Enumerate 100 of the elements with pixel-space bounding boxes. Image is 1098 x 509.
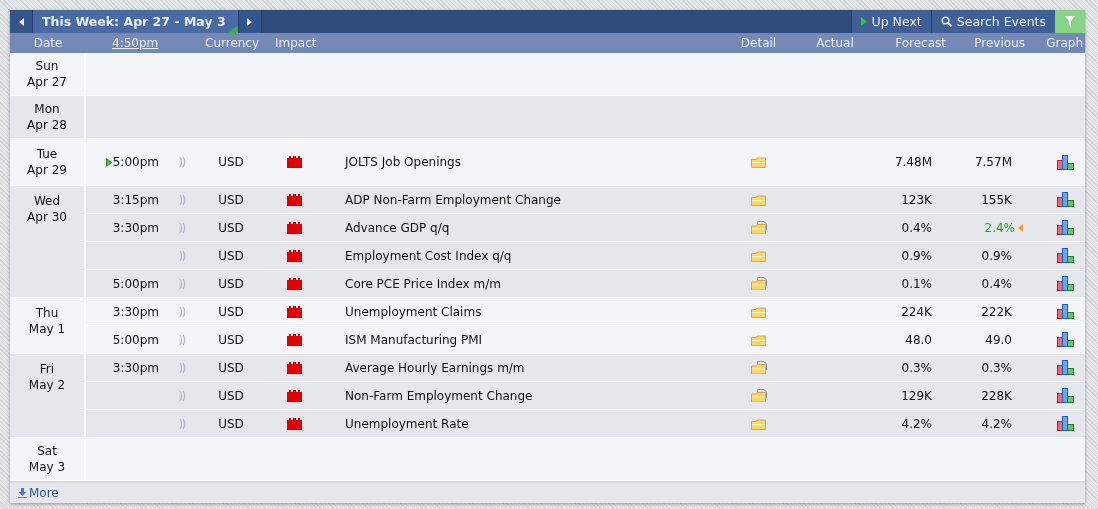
date-label: Apr 27 [26,74,68,90]
column-header: Graph [1045,36,1084,50]
sound-icon [178,417,187,430]
currency-label: USD [218,220,244,235]
currency-label: USD [218,276,244,291]
previous-value: 0.9% [981,248,1013,263]
column-header: Detail [739,36,778,50]
event-title[interactable]: Advance GDP q/q [326,220,450,235]
column-header: Actual [815,36,855,50]
currency-label: USD [218,155,244,169]
sound-icon [178,389,187,402]
up-next-button[interactable]: Up Next [850,10,931,33]
bar-chart-icon[interactable] [1056,360,1074,375]
revision-arrow-icon [1018,223,1023,232]
sound-icon [178,305,187,318]
column-header: Previous [974,36,1026,50]
forecast-value: 129K [901,388,933,403]
right-arrow-icon [247,17,253,26]
event-title[interactable]: JOLTS Job Openings [326,155,461,169]
bar-chart-icon[interactable] [1056,416,1074,431]
previous-value: 7.57M [974,155,1013,169]
previous-value: 155K [981,192,1013,207]
folder-document-icon[interactable] [750,389,767,402]
currency-label: USD [218,192,244,207]
forecast-value: 0.9% [901,248,933,263]
currency-label: USD [218,332,244,347]
forecast-value: 0.1% [901,276,933,291]
sound-icon [178,156,187,168]
folder-document-icon[interactable] [750,361,767,374]
weekday-label: Mon [33,101,61,117]
column-header: Currency [205,36,260,50]
previous-value: 4.2% [981,416,1013,431]
forecast-value: 0.4% [901,220,933,235]
previous-week-button[interactable] [10,10,33,33]
forecast-value: 123K [901,192,933,207]
event-title[interactable]: ADP Non-Farm Employment Change [326,192,561,207]
previous-value: 49.0 [985,332,1013,347]
sound-icon [178,193,187,206]
currency-label: USD [218,416,244,431]
filter-icon [1065,16,1075,27]
date-label: Apr 28 [26,117,68,133]
sound-icon [178,333,187,346]
more-link[interactable]: More [18,486,59,500]
column-header: Forecast [895,36,947,50]
event-time: 5:00pm [112,155,159,169]
currency-label: USD [218,388,244,403]
weekday-label: Sat [36,443,58,459]
forecast-value: 0.3% [901,360,933,375]
event-time: 3:30pm [112,360,159,375]
sound-icon [178,277,187,290]
date-label: May 1 [27,321,67,337]
forecast-value: 4.2% [901,416,933,431]
weekday-label: Wed [32,193,62,209]
previous-value: 228K [981,388,1013,403]
event-time: 3:15pm [112,192,159,207]
forecast-value: 7.48M [894,155,933,169]
event-title[interactable]: Unemployment Rate [326,416,469,431]
event-title[interactable]: Core PCE Price Index m/m [326,276,501,291]
search-icon [940,16,952,27]
bar-chart-icon[interactable] [1056,248,1074,263]
bar-chart-icon[interactable] [1056,220,1074,235]
currency-label: USD [218,248,244,263]
forecast-value: 48.0 [905,332,933,347]
event-title[interactable]: Non-Farm Employment Change [326,388,533,403]
download-icon [18,488,27,498]
bar-chart-icon[interactable] [1056,304,1074,319]
weekday-label: Tue [35,146,59,162]
sound-icon [178,361,187,374]
search-events-button[interactable]: Search Events [930,10,1055,33]
weekday-label: Thu [34,305,60,321]
week-title-tab[interactable]: This Week: Apr 27 - May 3 [33,10,239,33]
event-title[interactable]: Average Hourly Earnings m/m [326,360,525,375]
event-time: 3:30pm [112,220,159,235]
date-label: Apr 30 [26,209,68,225]
previous-value: 2.4% [984,220,1015,235]
date-label: May 3 [27,459,67,475]
folder-document-icon[interactable] [750,221,767,234]
bar-chart-icon[interactable] [1056,276,1074,291]
previous-value: 222K [981,304,1013,319]
bar-chart-icon[interactable] [1056,154,1074,170]
bar-chart-icon[interactable] [1056,388,1074,403]
event-time: 5:00pm [112,276,159,291]
play-icon [860,17,867,26]
column-header: Date [33,36,63,50]
event-title[interactable]: Employment Cost Index q/q [326,248,512,263]
bar-chart-icon[interactable] [1056,332,1074,347]
event-title[interactable]: Unemployment Claims [326,304,482,319]
folder-document-icon[interactable] [750,277,767,290]
sound-icon [178,221,187,234]
left-arrow-icon [18,17,24,26]
previous-value: 0.4% [981,276,1013,291]
weekday-label: Sun [34,58,60,74]
bar-chart-icon[interactable] [1056,192,1074,207]
weekday-label: Fri [38,361,56,377]
date-label: Apr 29 [26,162,68,178]
column-header: Impact [275,36,317,50]
forecast-value: 224K [901,304,933,319]
event-title[interactable]: ISM Manufacturing PMI [326,332,483,347]
next-week-button[interactable] [238,10,262,33]
currency-label: USD [218,304,244,319]
